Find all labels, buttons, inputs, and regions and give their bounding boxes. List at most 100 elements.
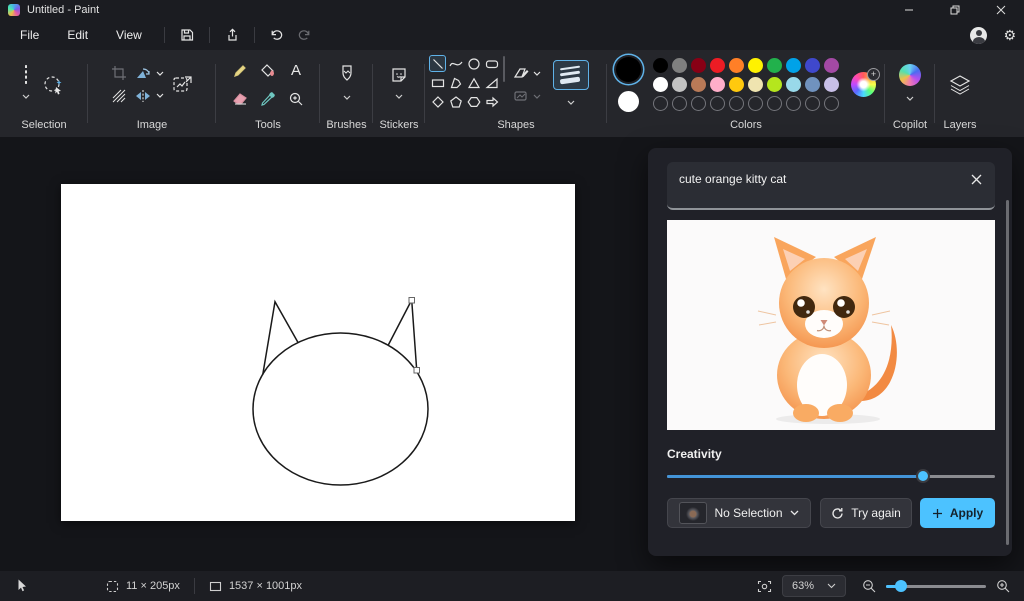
- color-swatch[interactable]: [653, 77, 668, 92]
- custom-color-slot[interactable]: [672, 96, 687, 111]
- shape-arrow-right[interactable]: [483, 93, 500, 110]
- shape-oval[interactable]: [465, 55, 482, 72]
- minimize-button[interactable]: [886, 0, 932, 20]
- color-swatch[interactable]: [824, 77, 839, 92]
- panel-scrollbar[interactable]: [1006, 200, 1009, 545]
- color-swatch[interactable]: [672, 58, 687, 73]
- shape-arrow-down[interactable]: [465, 112, 482, 114]
- color-swatch[interactable]: [729, 58, 744, 73]
- color2-swatch[interactable]: [618, 91, 639, 112]
- edit-colors-button[interactable]: +: [851, 72, 876, 97]
- selection-dropdown[interactable]: No Selection: [667, 498, 811, 528]
- text-button[interactable]: A: [291, 62, 301, 79]
- custom-color-slot[interactable]: [653, 96, 668, 111]
- eyedropper-button[interactable]: [260, 91, 276, 107]
- color-swatch[interactable]: [767, 58, 782, 73]
- generated-image[interactable]: [667, 220, 995, 430]
- shape-fill-button[interactable]: [513, 89, 541, 103]
- shape-line[interactable]: [429, 55, 446, 72]
- magnifier-button[interactable]: [288, 91, 304, 107]
- custom-color-slot[interactable]: [691, 96, 706, 111]
- shape-triangle[interactable]: [465, 74, 482, 91]
- remove-background-button[interactable]: [111, 88, 127, 104]
- shape-arrow-up[interactable]: [447, 112, 464, 114]
- apply-button[interactable]: Apply: [920, 498, 995, 528]
- eraser-button[interactable]: [232, 91, 248, 106]
- shape-pentagon[interactable]: [447, 93, 464, 110]
- custom-color-slot[interactable]: [729, 96, 744, 111]
- color-swatch[interactable]: [672, 77, 687, 92]
- account-avatar[interactable]: [970, 27, 987, 44]
- color-swatch[interactable]: [767, 77, 782, 92]
- fit-to-screen-button[interactable]: [757, 580, 772, 593]
- color-swatch[interactable]: [691, 58, 706, 73]
- shape-star-four[interactable]: [483, 112, 500, 114]
- color-swatch[interactable]: [805, 77, 820, 92]
- redo-icon[interactable]: [291, 24, 319, 46]
- custom-color-slot[interactable]: [748, 96, 763, 111]
- brushes-button[interactable]: [339, 65, 355, 105]
- rectangle-select-button[interactable]: [22, 66, 30, 104]
- fill-button[interactable]: [260, 63, 277, 79]
- color-swatch[interactable]: [805, 58, 820, 73]
- layers-button[interactable]: [948, 74, 972, 96]
- color-swatch[interactable]: [691, 77, 706, 92]
- shape-outline-button[interactable]: [513, 66, 541, 80]
- flip-button[interactable]: [135, 88, 164, 103]
- close-panel-button[interactable]: [967, 170, 985, 188]
- copilot-button[interactable]: [899, 64, 921, 106]
- color-swatch[interactable]: [710, 58, 725, 73]
- settings-gear-icon[interactable]: ⚙: [1003, 28, 1016, 42]
- menu-view[interactable]: View: [102, 23, 156, 47]
- custom-color-slot[interactable]: [824, 96, 839, 111]
- color-swatch[interactable]: [653, 58, 668, 73]
- share-icon[interactable]: [218, 24, 246, 46]
- shape-hexagon[interactable]: [465, 93, 482, 110]
- crop-button[interactable]: [111, 65, 127, 81]
- custom-color-slot[interactable]: [805, 96, 820, 111]
- shape-rectangle[interactable]: [429, 74, 446, 91]
- color-swatch[interactable]: [710, 77, 725, 92]
- slider-thumb[interactable]: [895, 580, 907, 592]
- gallery-scrollbar[interactable]: [503, 56, 505, 82]
- close-button[interactable]: [978, 0, 1024, 20]
- shape-polygon[interactable]: [447, 74, 464, 91]
- slider-thumb[interactable]: [916, 469, 930, 483]
- color-swatch[interactable]: [786, 58, 801, 73]
- zoom-in-button[interactable]: [996, 579, 1010, 593]
- pencil-button[interactable]: [232, 63, 248, 79]
- shape-rounded-rectangle[interactable]: [483, 55, 500, 72]
- shape-arrow-left[interactable]: [429, 112, 446, 114]
- color-swatch[interactable]: [748, 77, 763, 92]
- shape-right-triangle[interactable]: [483, 74, 500, 91]
- stickers-button[interactable]: [390, 66, 408, 104]
- color-swatch[interactable]: [748, 58, 763, 73]
- zoom-out-button[interactable]: [862, 579, 876, 593]
- resize-button[interactable]: [172, 74, 194, 96]
- custom-color-slot[interactable]: [710, 96, 725, 111]
- custom-color-slot[interactable]: [767, 96, 782, 111]
- shape-curve[interactable]: [447, 55, 464, 72]
- color-swatch[interactable]: [824, 58, 839, 73]
- menu-edit[interactable]: Edit: [53, 23, 102, 47]
- prompt-input[interactable]: cute orange kitty cat: [667, 162, 995, 210]
- color-swatch[interactable]: [729, 77, 744, 92]
- rotate-button[interactable]: [135, 66, 164, 81]
- try-again-button[interactable]: Try again: [820, 498, 912, 528]
- color-swatch[interactable]: [786, 77, 801, 92]
- shape-diamond[interactable]: [429, 93, 446, 110]
- maximize-button[interactable]: [932, 0, 978, 20]
- smart-select-button[interactable]: [40, 72, 66, 98]
- line-handle[interactable]: [414, 368, 420, 374]
- zoom-level-dropdown[interactable]: 63%: [782, 575, 846, 597]
- drawing-canvas[interactable]: [61, 184, 575, 521]
- creativity-slider[interactable]: [667, 468, 995, 484]
- custom-color-slot[interactable]: [786, 96, 801, 111]
- zoom-slider[interactable]: [886, 579, 986, 593]
- color1-swatch[interactable]: [616, 57, 641, 82]
- menu-file[interactable]: File: [6, 23, 53, 47]
- line-handle[interactable]: [409, 298, 415, 304]
- save-icon[interactable]: [173, 24, 201, 46]
- undo-icon[interactable]: [263, 24, 291, 46]
- line-size-button[interactable]: [553, 60, 589, 90]
